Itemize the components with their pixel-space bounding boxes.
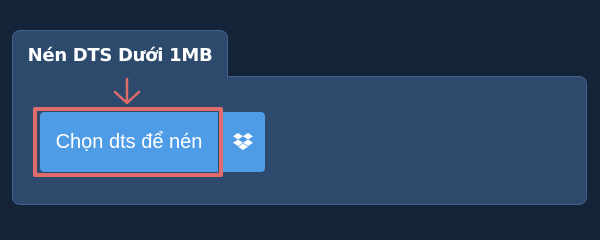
choose-file-button[interactable]: Chọn dts để nén [40,112,218,172]
tool-tab[interactable]: Nén DTS Dưới 1MB [12,30,228,78]
dropbox-icon [232,133,253,150]
tab-title: Nén DTS Dưới 1MB [27,45,213,66]
dropbox-button[interactable] [220,112,265,172]
arrow-down-icon [113,78,141,105]
